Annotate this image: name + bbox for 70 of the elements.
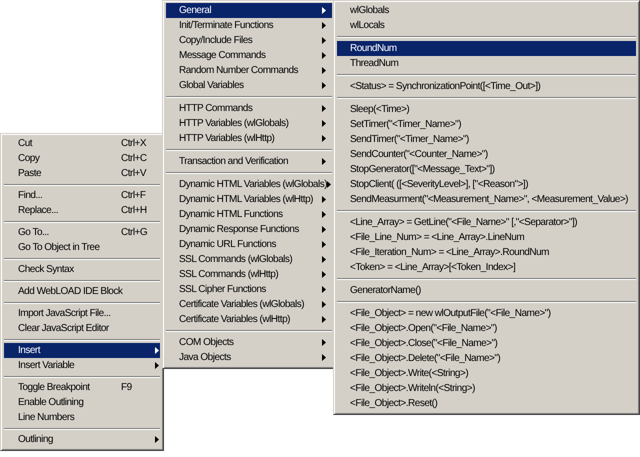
menu-item[interactable]: Transaction and Verification <box>166 154 332 169</box>
shortcut-text: Ctrl+G <box>121 227 148 238</box>
menu-item[interactable]: GeneratorName() <box>337 283 636 298</box>
menu-item[interactable]: <File_Line_Num> = <Line_Array>.LineNum <box>337 230 636 245</box>
menu-item[interactable]: <File_Object>.Close("<File_Name>") <box>337 336 636 351</box>
menu-item[interactable]: <File_Iteration_Num> = <Line_Array>.RoundNum <box>337 245 636 260</box>
menu-item[interactable]: Add WebLOAD IDE Block <box>4 284 160 299</box>
menu-item[interactable]: Message Commands <box>166 48 332 63</box>
menu-item[interactable]: <File_Object>.Reset() <box>337 396 636 411</box>
menu-item[interactable]: Dynamic HTML Variables (wlHttp) <box>166 192 332 207</box>
menu-item[interactable]: Dynamic Response Functions <box>166 222 332 237</box>
menu-item[interactable]: <Line_Array> = GetLine("<File_Name>" [,"<Separator>"]) <box>337 215 636 230</box>
menu-item[interactable]: Enable Outlining <box>4 395 160 410</box>
menu-item[interactable]: <Token> = <Line_Array>[<Token_Index>] <box>337 260 636 275</box>
menu-item[interactable]: Java Objects <box>166 350 332 365</box>
menu-item[interactable]: Certificate Variables (wlGlobals) <box>166 297 332 312</box>
menu-item[interactable]: Random Number Commands <box>166 63 332 78</box>
menu-item[interactable]: StopGenerator(["<Message_Text>"]) <box>337 162 636 177</box>
menu-item[interactable]: ThreadNum <box>337 56 636 71</box>
menu-item[interactable]: COM Objects <box>166 335 332 350</box>
menu-item[interactable]: wlLocals <box>337 18 636 33</box>
menu-item[interactable]: SSL Cipher Functions <box>166 282 332 297</box>
shortcut-text: Ctrl+C <box>121 153 148 164</box>
menu-item[interactable]: <File_Object>.Write(<String>) <box>337 366 636 381</box>
menu-item[interactable]: Replace... Ctrl+H <box>4 203 160 218</box>
menu-item[interactable]: SSL Commands (wlHttp) <box>166 267 332 282</box>
menu-item[interactable]: SetTimer("<Timer_Name>") <box>337 117 636 132</box>
menu-item[interactable]: HTTP Variables (wlHttp) <box>166 131 332 146</box>
menu-item[interactable]: Cut Ctrl+X <box>4 136 160 151</box>
menu-item[interactable]: Init/Terminate Functions <box>166 18 332 33</box>
menu-item[interactable]: <File_Object> = new wlOutputFile("<File_Name>") <box>337 306 636 321</box>
menu-item[interactable]: SendMeasurment("<Measurement_Name>", <Measurement_Value>) <box>337 192 636 207</box>
menu-item[interactable]: <File_Object>.Writeln(<String>) <box>337 381 636 396</box>
shortcut-text: Ctrl+V <box>121 168 148 179</box>
menu-item[interactable]: Copy Ctrl+C <box>4 151 160 166</box>
menu-item[interactable]: HTTP Commands <box>166 101 332 116</box>
menu-item[interactable]: <File_Object>.Delete("<File_Name>") <box>337 351 636 366</box>
menu-item[interactable]: Copy/Include Files <box>166 33 332 48</box>
shortcut-text: Ctrl+X <box>121 138 148 149</box>
menu-item[interactable]: Dynamic HTML Functions <box>166 207 332 222</box>
menu-item[interactable]: Line Numbers <box>4 410 160 425</box>
shortcut-text: Ctrl+F <box>121 190 146 201</box>
shortcut-text: Ctrl+H <box>121 205 148 216</box>
menu-item[interactable]: Outlining <box>4 432 160 447</box>
menu-item[interactable]: SendTimer("<Timer_Name>") <box>337 132 636 147</box>
menu-item[interactable]: HTTP Variables (wlGlobals) <box>166 116 332 131</box>
menu-item[interactable]: SendCounter("<Counter_Name>") <box>337 147 636 162</box>
shortcut-text: F9 <box>121 382 133 393</box>
menu-item[interactable]: <Status> = SynchronizationPoint([<Time_Out>]) <box>337 79 636 94</box>
menu-item[interactable]: Import JavaScript File... <box>4 306 160 321</box>
menu-item[interactable]: RoundNum <box>337 41 636 56</box>
menu-item[interactable]: Sleep(<Time>) <box>337 102 636 117</box>
menu-item[interactable]: Dynamic HTML Variables (wlGlobals) <box>166 177 332 192</box>
menu-item[interactable]: wlGlobals <box>337 3 636 18</box>
menu-item[interactable]: Certificate Variables (wlHttp) <box>166 312 332 327</box>
menu-item[interactable]: <File_Object>.Open("<File_Name>") <box>337 321 636 336</box>
menu-item[interactable]: StopClient( ([<SeverityLevel>], ["<Reason">]) <box>337 177 636 192</box>
menu-item[interactable]: Paste Ctrl+V <box>4 166 160 181</box>
menu-item[interactable]: SSL Commands (wlGlobals) <box>166 252 332 267</box>
menu-item[interactable]: Check Syntax <box>4 262 160 277</box>
menu-item[interactable]: Clear JavaScript Editor <box>4 321 160 336</box>
menu-item[interactable]: Dynamic URL Functions <box>166 237 332 252</box>
menu-item[interactable]: Toggle Breakpoint F9 <box>4 380 160 395</box>
menu-item[interactable]: Find... Ctrl+F <box>4 188 160 203</box>
menu-item[interactable]: Go To... Ctrl+G <box>4 225 160 240</box>
menu-item[interactable]: Global Variables <box>166 78 332 93</box>
menu-item[interactable]: Go To Object in Tree <box>4 240 160 255</box>
menu-item[interactable]: Insert <box>4 343 160 358</box>
menu-item[interactable]: General <box>166 3 332 18</box>
menu-item[interactable]: Insert Variable <box>4 358 160 373</box>
